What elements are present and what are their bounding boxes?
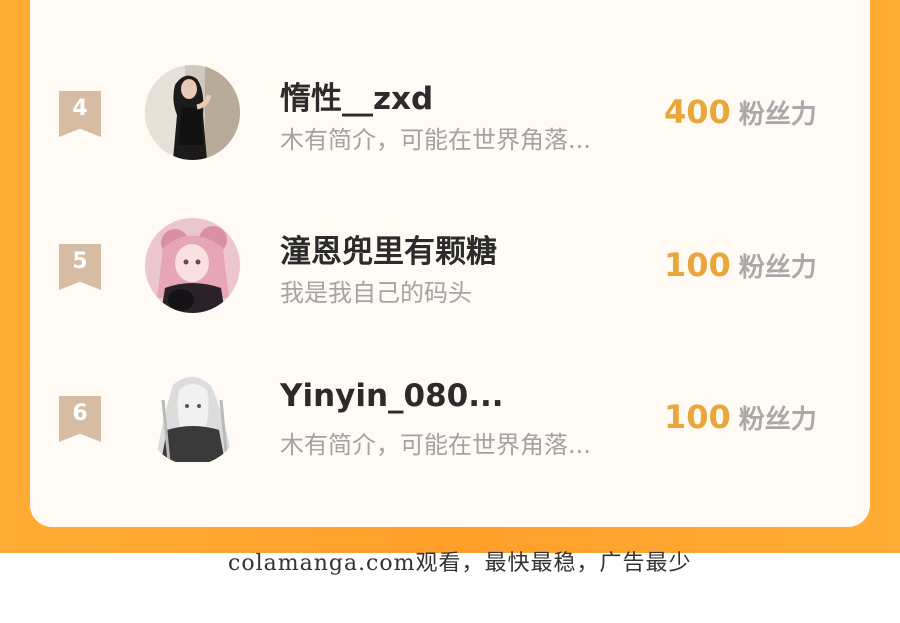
rank-badge: 6 xyxy=(59,396,101,442)
user-name[interactable]: 惰性__zxd xyxy=(280,73,433,118)
user-avatar[interactable] xyxy=(145,218,240,313)
fan-power-score: 400 粉丝力 xyxy=(664,93,817,131)
score-value: 100 xyxy=(664,246,731,284)
anime-girl-avatar-icon xyxy=(145,218,240,313)
user-bio: 我是我自己的码头 xyxy=(280,279,472,307)
rank-badge: 5 xyxy=(59,244,101,290)
leaderboard-row[interactable]: 4 惰性__zxd 木有简介，可能在世界角落... 400 粉丝力 xyxy=(0,57,900,167)
score-value: 100 xyxy=(664,398,731,436)
monochrome-girl-avatar-icon xyxy=(145,370,240,465)
user-bio: 木有简介，可能在世界角落... xyxy=(280,126,591,154)
rank-badge: 4 xyxy=(59,91,101,137)
score-value: 400 xyxy=(664,93,731,131)
site-watermark: colamanga.com观看，最快最稳，广告最少 xyxy=(228,551,692,576)
user-avatar[interactable] xyxy=(145,65,240,160)
leaderboard-row[interactable]: 5 潼恩兜里有颗糖 我是我自己的码头 100 粉丝力 xyxy=(0,210,900,320)
score-unit: 粉丝力 xyxy=(738,405,817,435)
user-name[interactable]: 潼恩兜里有颗糖 xyxy=(280,226,497,271)
woman-photo-avatar-icon xyxy=(145,65,240,160)
user-bio: 木有简介，可能在世界角落... xyxy=(280,431,591,459)
score-unit: 粉丝力 xyxy=(738,100,817,130)
score-unit: 粉丝力 xyxy=(738,253,817,283)
user-name[interactable]: Yinyin_080... xyxy=(280,378,504,414)
fan-power-score: 100 粉丝力 xyxy=(664,246,817,284)
user-avatar[interactable] xyxy=(145,370,240,465)
fan-power-score: 100 粉丝力 xyxy=(664,398,817,436)
leaderboard-row[interactable]: 6 Yinyin_080... 木有简介，可能在世界角落... 100 粉丝力 xyxy=(0,362,900,472)
